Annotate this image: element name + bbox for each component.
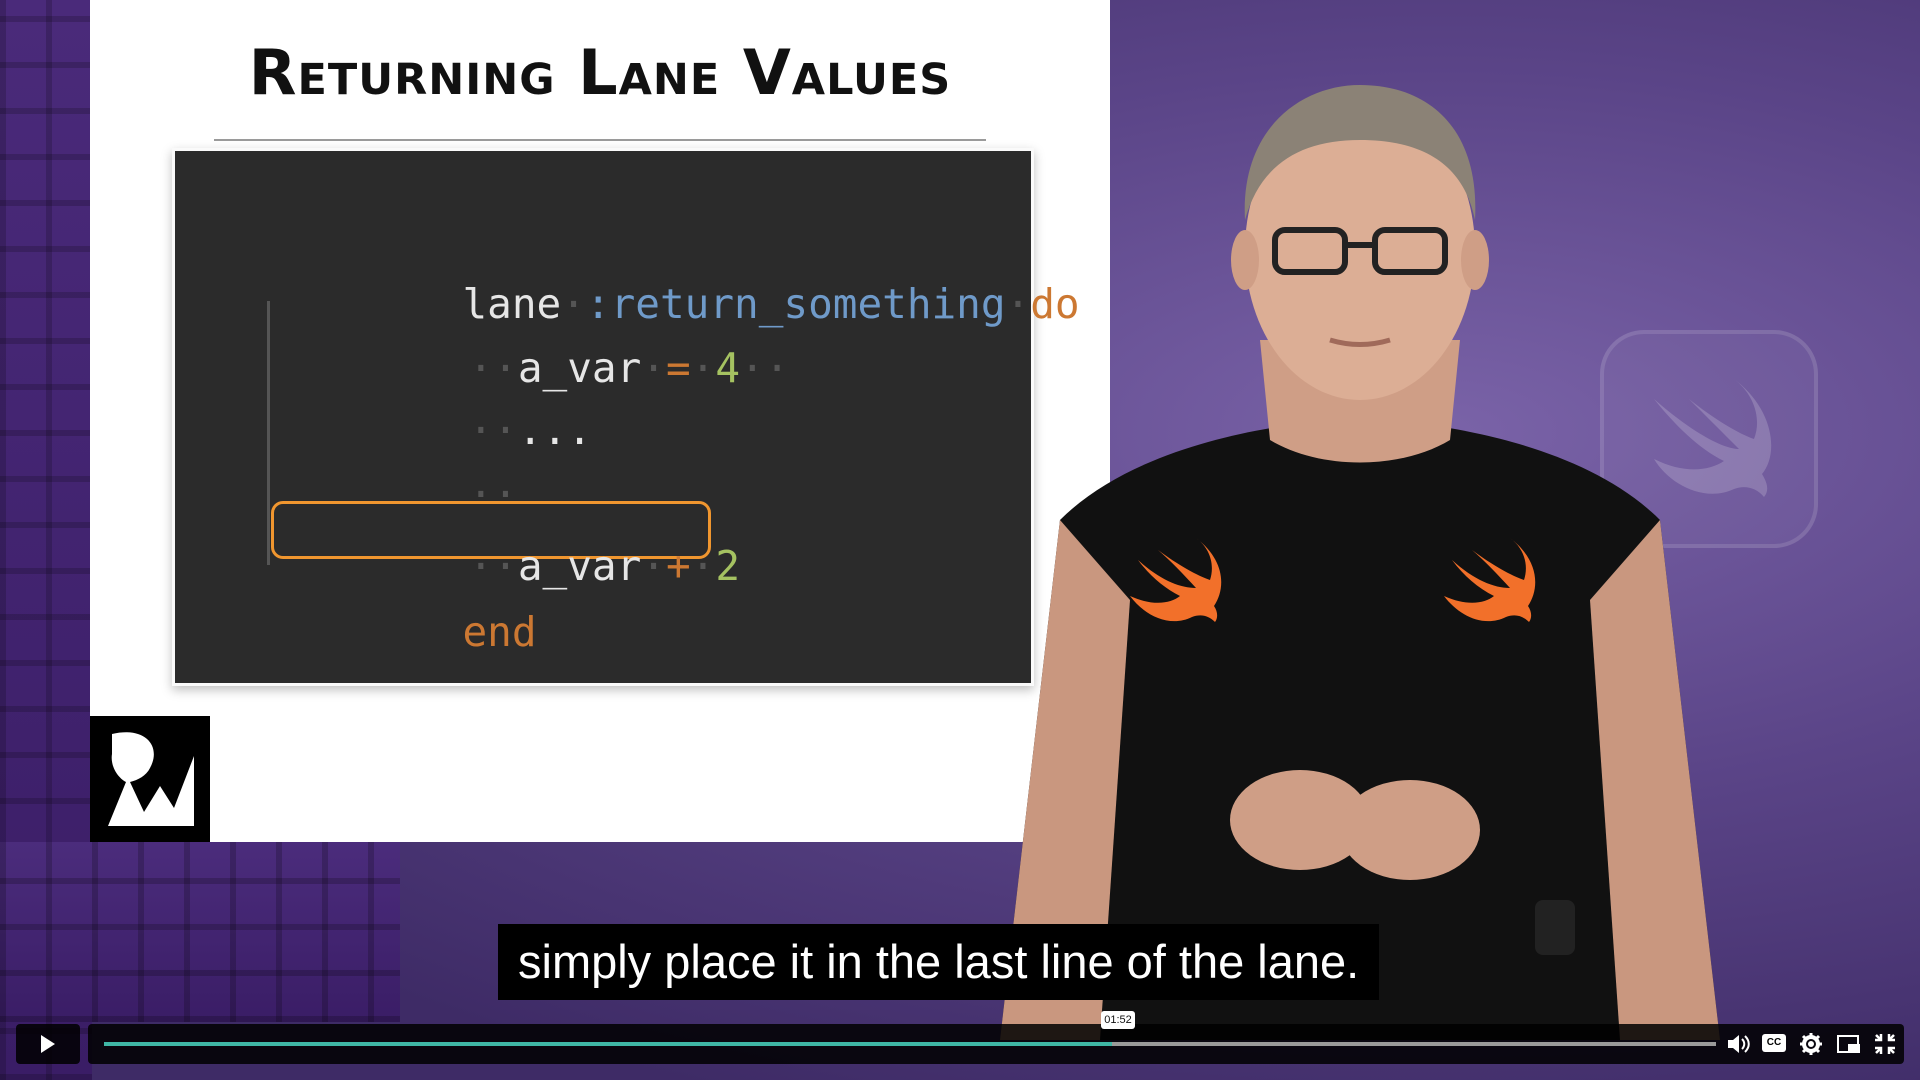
code-operator: + xyxy=(665,542,691,590)
code-operator: = xyxy=(665,344,691,392)
code-panel: lane·:return_something·do ··a_var·=·4·· … xyxy=(172,148,1080,686)
code-number: 2 xyxy=(715,542,741,590)
raywenderlich-logo xyxy=(90,716,210,842)
code-line-6: end xyxy=(265,571,537,694)
slide-title: Returning Lane Values xyxy=(248,36,952,109)
progress-bar[interactable] xyxy=(104,1042,1716,1046)
play-icon xyxy=(41,1035,55,1053)
closed-captions-icon[interactable]: CC xyxy=(1762,1034,1786,1052)
title-divider xyxy=(214,139,986,141)
subtitle-caption: simply place it in the last line of the … xyxy=(498,924,1380,1000)
time-tooltip: 01:52 xyxy=(1101,1011,1135,1029)
progress-fill xyxy=(104,1042,1112,1046)
exit-fullscreen-icon[interactable] xyxy=(1872,1032,1898,1056)
code-ellipsis: ... xyxy=(517,406,592,454)
video-frame[interactable]: Returning Lane Values lane·:return_somet… xyxy=(0,0,1920,1080)
code-keyword-end: end xyxy=(462,608,537,656)
volume-icon[interactable] xyxy=(1726,1032,1752,1056)
settings-icon[interactable] xyxy=(1798,1032,1824,1056)
picture-in-picture-icon[interactable] xyxy=(1836,1032,1862,1056)
play-button[interactable] xyxy=(16,1024,80,1064)
presenter-person xyxy=(1000,85,1720,1040)
presentation-slide: Returning Lane Values lane·:return_somet… xyxy=(90,0,1110,842)
code-number: 4 xyxy=(715,344,741,392)
video-player-controls: 01:52 CC xyxy=(0,1011,1920,1080)
background-tiles-bottom xyxy=(0,842,400,1022)
